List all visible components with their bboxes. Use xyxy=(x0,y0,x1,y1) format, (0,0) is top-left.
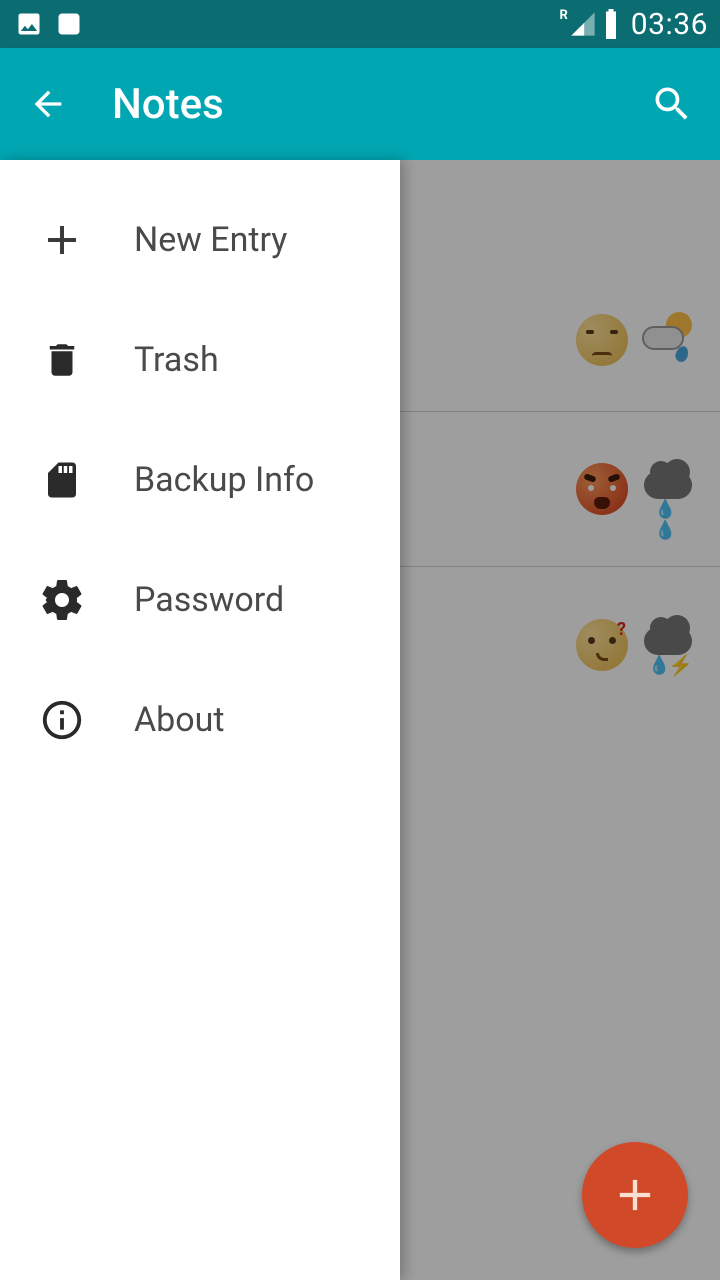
drawer-item-label: New Entry xyxy=(134,220,287,260)
status-bar: R 03:36 xyxy=(0,0,720,48)
image-icon xyxy=(12,7,46,41)
gear-icon xyxy=(36,574,88,626)
drawer-item-about[interactable]: About xyxy=(0,660,400,780)
back-button[interactable] xyxy=(24,80,72,128)
navigation-drawer: New Entry Trash Backup Info Password Abo… xyxy=(0,160,400,1280)
drawer-item-label: Trash xyxy=(134,340,219,380)
drawer-item-label: Backup Info xyxy=(134,460,314,500)
back-arrow-icon xyxy=(28,84,68,124)
drawer-item-trash[interactable]: Trash xyxy=(0,300,400,420)
drawer-item-new-entry[interactable]: New Entry xyxy=(0,180,400,300)
app-bar: Notes xyxy=(0,48,720,160)
drawer-item-label: About xyxy=(134,700,225,740)
signal-icon xyxy=(569,10,597,38)
roaming-label: R xyxy=(559,8,567,23)
battery-icon xyxy=(599,7,623,41)
plus-icon xyxy=(609,1169,661,1221)
status-right-icons: R 03:36 xyxy=(559,7,708,42)
drawer-item-password[interactable]: Password xyxy=(0,540,400,660)
drawer-item-label: Password xyxy=(134,580,284,620)
drawer-item-backup-info[interactable]: Backup Info xyxy=(0,420,400,540)
add-note-fab[interactable] xyxy=(582,1142,688,1248)
search-button[interactable] xyxy=(648,80,696,128)
info-icon xyxy=(36,694,88,746)
trash-icon xyxy=(36,334,88,386)
search-icon xyxy=(650,82,694,126)
clock: 03:36 xyxy=(631,7,708,42)
sdcard-icon xyxy=(36,454,88,506)
roaming-indicator: R xyxy=(559,10,596,38)
app-square-icon xyxy=(52,7,86,41)
status-left-icons xyxy=(12,7,86,41)
plus-icon xyxy=(36,214,88,266)
page-title: Notes xyxy=(112,80,608,129)
